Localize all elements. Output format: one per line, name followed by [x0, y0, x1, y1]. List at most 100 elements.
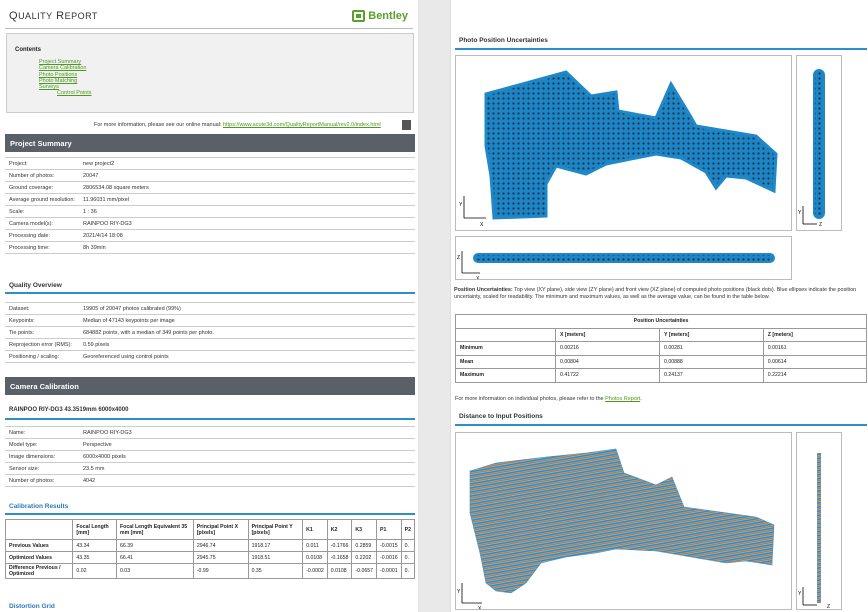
table-row: Mean 0.00804 0.00888 0.00614 [455, 354, 868, 369]
position-uncertainties-table: Position Uncertainties X [meters] Y [meter… [455, 314, 868, 383]
table-row: Minimum 0.00216 0.00281 0.00161 [455, 341, 868, 356]
kv-value: 0.59 pixels [83, 341, 110, 348]
table-cell: -0.0001 [376, 563, 402, 579]
kv-value: 2021/4/14 18:08 [83, 232, 123, 239]
table-cell: 0.00804 [554, 354, 661, 369]
camera-model-rule [5, 418, 415, 420]
column-header: Focal Length Equivalent 35 mm [mm] [115, 519, 194, 540]
kv-row: Camera model(s): RAINPOO RIY-DG3 [5, 218, 415, 230]
kv-row: Processing time: 8h 39min [5, 242, 415, 254]
contents-link-control-points[interactable]: Control Points [57, 90, 405, 96]
photo-position-rule [455, 48, 867, 50]
kv-row: Project: new project2 [5, 158, 415, 170]
kv-key: Processing date: [9, 232, 50, 239]
table-cell: 0.41722 [554, 368, 661, 383]
contents-box: Contents Project Summary Camera Calibrat… [6, 33, 414, 113]
table-row: Difference Previous / Optimized 0.02 0.03-… [4, 563, 416, 579]
table-cell: 0.02 [72, 563, 117, 579]
photos-report-note: For more information on individual photo… [455, 396, 642, 402]
kv-value: Georeferenced using control points [83, 353, 169, 360]
side-view-plot: Y Z [796, 55, 842, 231]
table-row: Optimized Values 43.35 66.41 2945.75 1918.51… [4, 551, 416, 564]
kv-value: 4042 [83, 477, 96, 484]
distance-side-y-label: Y [798, 591, 802, 597]
top-view-y-label: Y [459, 202, 463, 208]
table-header-row: Focal Length [mm] Focal Length Equivalent… [4, 519, 416, 540]
kv-key: Dataset: [9, 305, 30, 312]
kv-key: Image dimensions: [9, 453, 56, 460]
table-cell: 0. [400, 539, 416, 552]
table-cell: 0.2202 [351, 551, 377, 564]
manual-note: For more information, please see our onl… [94, 122, 381, 128]
table-cell: 0.0108 [302, 551, 328, 564]
table-cell: -0.1658 [326, 551, 353, 564]
kv-value: 6000x4000 pixels [83, 453, 126, 460]
table-cell: 1918.17 [247, 539, 304, 552]
kv-key: Name: [9, 429, 26, 436]
right-page: Photo Position Uncertainties Y X Y Z Z X… [450, 0, 868, 612]
table-cell: 0. [400, 551, 416, 564]
column-header: P2 [400, 519, 416, 540]
kv-value: 684882 points, with a median of 349 poin… [83, 329, 214, 336]
kv-key: Number of photos: [9, 172, 55, 179]
kv-key: Sensor size: [9, 465, 40, 472]
table-cell: 0. [400, 563, 416, 579]
column-header: X [meters] [554, 327, 661, 342]
table-row: Maximum 0.41722 0.24137 0.22214 [455, 368, 868, 383]
table-cell: 66.41 [115, 551, 194, 564]
photos-report-link[interactable]: Photos Report [605, 396, 640, 402]
row-header: Mean [455, 354, 556, 369]
kv-row: Dataset: 19905 of 20047 photos calibrated… [5, 303, 415, 315]
bentley-logo-icon [352, 10, 366, 22]
column-header [4, 519, 74, 540]
title-divider [5, 28, 413, 29]
kv-row: Image dimensions: 6000x4000 pixels [5, 451, 415, 463]
manual-link[interactable]: https://www.acute3d.com/QualityReportMan… [223, 122, 381, 128]
kv-key: Ground coverage: [9, 184, 54, 191]
top-view-plot: Y X [455, 55, 792, 231]
table-cell: 43.34 [72, 539, 117, 552]
table-cell: -0.99 [192, 563, 249, 579]
book-icon [402, 120, 411, 130]
kv-key: Tie points: [9, 329, 35, 336]
front-view-z-label: Z [457, 255, 460, 261]
kv-value: Perspective [83, 441, 112, 448]
camera-model-title: RAINPOO RIY-DG3 43.3519mm 6000x4000 [9, 407, 129, 413]
kv-value: 8h 39min [83, 244, 106, 251]
column-header: K3 [351, 519, 377, 540]
distance-rule [455, 424, 867, 426]
quality-overview-heading: Quality Overview [9, 282, 62, 289]
kv-key: Scale: [9, 208, 25, 215]
section-project-summary: Project Summary [5, 134, 415, 152]
kv-row: Tie points: 684882 points, with a median … [5, 327, 415, 339]
kv-value: RAINPOO RIY-DG3 [83, 429, 132, 436]
table-cell: -0.1766 [326, 539, 353, 552]
row-header: Difference Previous / Optimized [4, 563, 74, 579]
column-header: K2 [326, 519, 353, 540]
bentley-logo-text: Bentley [368, 10, 408, 22]
row-header: Previous Values [4, 539, 74, 552]
side-view-y-label: Y [798, 210, 802, 216]
contents-heading: Contents [15, 47, 41, 53]
calibration-results-rule [5, 513, 415, 515]
kv-row: Number of photos: 4042 [5, 475, 415, 487]
table-row: Previous Values 43.34 66.39 2946.74 1918.17 0… [4, 539, 416, 552]
table-header-row: X [meters] Y [meters] Z [meters] [455, 327, 868, 342]
column-header: P1 [376, 519, 402, 540]
column-header: Z [meters] [762, 327, 868, 342]
calibration-results-heading: Calibration Results [9, 503, 69, 510]
table-cell: -0.0016 [376, 551, 402, 564]
kv-row: Keypoints: Median of 47143 keypoints per … [5, 315, 415, 327]
table-cell: 0.2859 [351, 539, 377, 552]
front-view-x-label: X [476, 276, 480, 280]
table-cell: -0.0002 [302, 563, 328, 579]
left-page: QUALITY REPORT Bentley Contents Project … [0, 0, 418, 612]
bentley-logo: Bentley [352, 10, 408, 22]
kv-row: Sensor size: 23.5 mm [5, 463, 415, 475]
kv-value: 1 : 36 [83, 208, 97, 215]
kv-value: RAINPOO RIY-DG3 [83, 220, 132, 227]
kv-row: Processing date: 2021/4/14 18:08 [5, 230, 415, 242]
position-uncertainty-caption: Position Uncertainties: Top view (XY pla… [454, 287, 857, 300]
table-cell: 0.011 [302, 539, 328, 552]
distortion-grid-heading: Distortion Grid [9, 603, 55, 610]
